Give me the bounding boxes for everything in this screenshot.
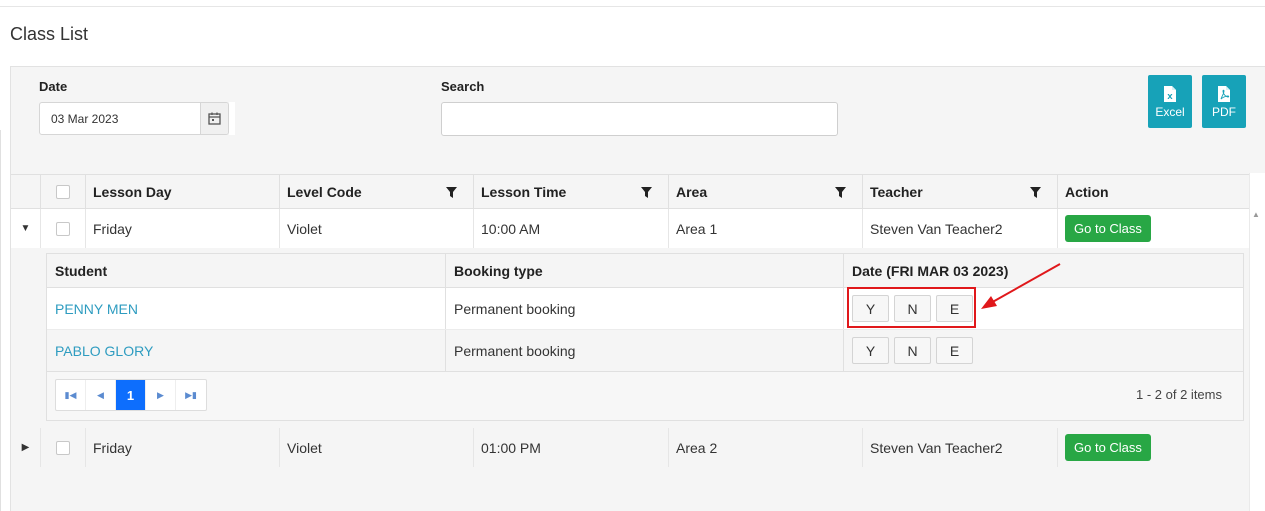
pdf-export-button[interactable]: PDF — [1202, 75, 1246, 128]
header-lesson-time-label: Lesson Time — [481, 183, 567, 200]
student-link[interactable]: PENNY MEN — [55, 301, 138, 317]
next-page-icon[interactable]: ▶ — [146, 380, 176, 410]
search-label: Search — [441, 79, 485, 94]
header-level-code[interactable]: Level Code — [279, 175, 473, 208]
date-picker-edge — [229, 102, 235, 135]
header-spacer — [11, 175, 40, 208]
action-cell: Go to Class — [1057, 428, 1252, 467]
excel-export-button[interactable]: X Excel — [1148, 75, 1192, 128]
last-page-icon[interactable]: ▶▮ — [176, 380, 206, 410]
student-row: PABLO GLORY Permanent booking Y N E — [47, 330, 1243, 372]
row-checkbox[interactable] — [56, 221, 70, 236]
lesson-day-cell: Friday — [85, 428, 279, 467]
header-student[interactable]: Student — [47, 254, 445, 287]
header-level-code-label: Level Code — [287, 183, 362, 200]
header-teacher[interactable]: Teacher — [862, 175, 1057, 208]
scrollbar[interactable] — [1249, 173, 1265, 511]
scroll-up-icon[interactable]: ▲ — [1252, 210, 1260, 219]
booking-type-cell: Permanent booking — [445, 288, 843, 329]
header-teacher-label: Teacher — [870, 183, 923, 200]
pdf-file-icon — [1218, 85, 1230, 102]
table-row: ▼ Friday Violet 10:00 AM Area 1 Steven V… — [11, 209, 1252, 248]
header-area[interactable]: Area — [668, 175, 862, 208]
level-code-cell: Violet — [279, 428, 473, 467]
lesson-time-cell: 10:00 AM — [473, 209, 668, 248]
pager: ▮◀ ◀ 1 ▶ ▶▮ — [55, 379, 207, 411]
class-list-panel: Date 03 Mar 2023 Search X Excel PDF Less… — [10, 66, 1265, 511]
filter-icon[interactable] — [641, 187, 652, 198]
header-booking-type[interactable]: Booking type — [445, 254, 843, 287]
detail-pager-bar: ▮◀ ◀ 1 ▶ ▶▮ 1 - 2 of 2 items — [47, 372, 1243, 420]
date-value[interactable]: 03 Mar 2023 — [51, 112, 118, 126]
booking-type-cell: Permanent booking — [445, 330, 843, 371]
filter-icon[interactable] — [446, 187, 457, 198]
annotation-highlight-box — [847, 287, 976, 328]
filter-icon[interactable] — [835, 187, 846, 198]
date-picker[interactable]: 03 Mar 2023 — [39, 102, 229, 135]
pdf-label: PDF — [1212, 104, 1236, 119]
collapse-row-icon[interactable]: ▼ — [11, 209, 40, 248]
level-code-cell: Violet — [279, 209, 473, 248]
lesson-time-cell: 01:00 PM — [473, 428, 668, 467]
header-lesson-time[interactable]: Lesson Time — [473, 175, 668, 208]
action-cell: Go to Class — [1057, 209, 1252, 248]
row-select[interactable] — [40, 209, 85, 248]
prev-page-icon[interactable]: ◀ — [86, 380, 116, 410]
go-to-class-button[interactable]: Go to Class — [1065, 215, 1151, 242]
attendance-no-button[interactable]: N — [894, 337, 931, 364]
go-to-class-button[interactable]: Go to Class — [1065, 434, 1151, 461]
teacher-cell: Steven Van Teacher2 — [862, 209, 1057, 248]
top-divider — [0, 6, 1265, 7]
expand-row-icon[interactable]: ▶ — [11, 428, 40, 467]
attendance-cell: Y N E — [843, 330, 1243, 371]
header-action: Action — [1057, 175, 1252, 208]
date-label: Date — [39, 79, 68, 94]
area-cell: Area 2 — [668, 428, 862, 467]
first-page-icon[interactable]: ▮◀ — [56, 380, 86, 410]
svg-text:X: X — [1167, 93, 1173, 101]
row-checkbox[interactable] — [56, 440, 70, 455]
left-divider — [0, 130, 1, 511]
excel-label: Excel — [1155, 104, 1185, 119]
teacher-cell: Steven Van Teacher2 — [862, 428, 1057, 467]
current-page-button[interactable]: 1 — [116, 380, 146, 410]
attendance-yes-button[interactable]: Y — [852, 337, 889, 364]
header-area-label: Area — [676, 183, 708, 200]
area-cell: Area 1 — [668, 209, 862, 248]
header-lesson-day[interactable]: Lesson Day — [85, 175, 279, 208]
search-input[interactable] — [441, 102, 838, 136]
select-all-checkbox[interactable] — [56, 184, 70, 199]
excel-file-icon: X — [1164, 85, 1176, 102]
page-title: Class List — [10, 24, 89, 44]
header-select-all[interactable] — [40, 175, 85, 208]
pager-info: 1 - 2 of 2 items — [1136, 387, 1222, 402]
student-link[interactable]: PABLO GLORY — [55, 343, 153, 359]
filter-icon[interactable] — [1030, 187, 1041, 198]
grid-header: Lesson Day Level Code Lesson Time Area T… — [11, 174, 1252, 209]
student-name: PENNY MEN — [47, 288, 445, 329]
calendar-button[interactable] — [200, 103, 228, 134]
attendance-excused-button[interactable]: E — [936, 337, 973, 364]
lesson-day-cell: Friday — [85, 209, 279, 248]
calendar-icon — [208, 112, 221, 125]
student-name: PABLO GLORY — [47, 330, 445, 371]
row-select[interactable] — [40, 428, 85, 467]
annotation-arrow-icon — [981, 263, 1061, 309]
table-row: ▶ Friday Violet 01:00 PM Area 2 Steven V… — [11, 428, 1252, 467]
